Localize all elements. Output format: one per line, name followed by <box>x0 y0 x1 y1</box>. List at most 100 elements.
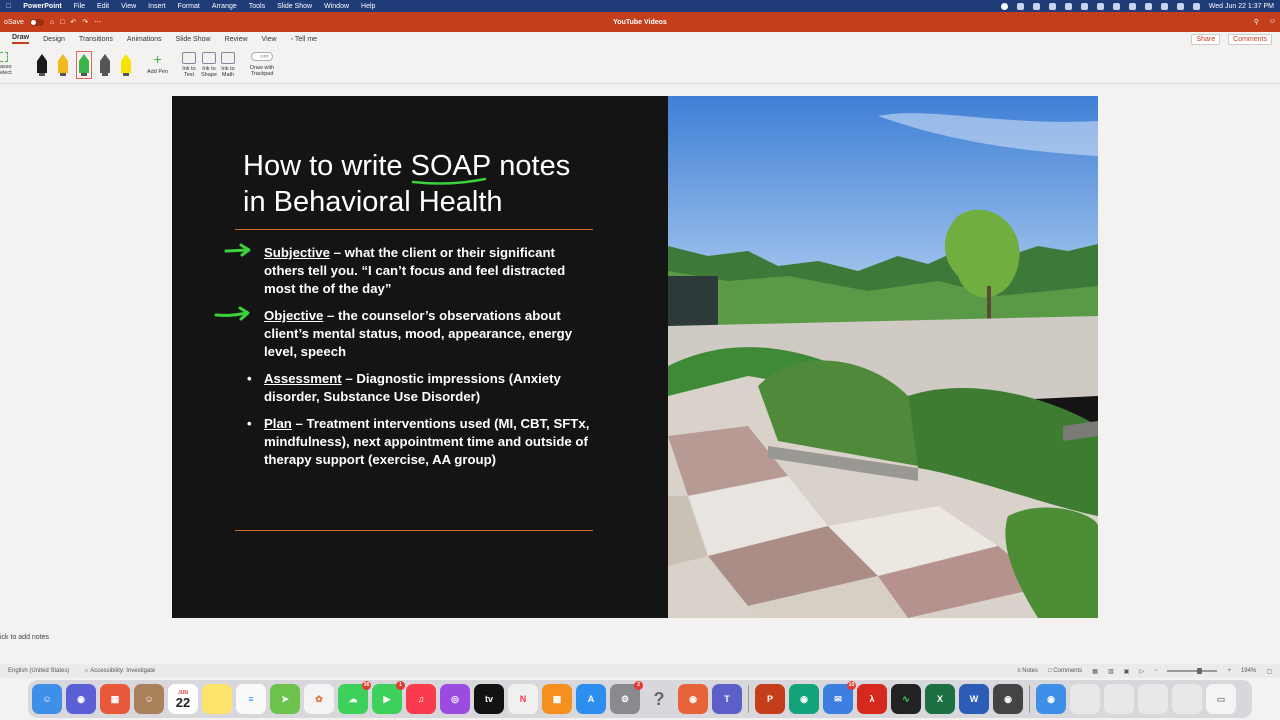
powerpoint-icon[interactable]: P <box>755 684 785 714</box>
tab-transitions[interactable]: Transitions <box>79 36 113 43</box>
tab-animations[interactable]: Animations <box>127 36 162 43</box>
zoom-level[interactable]: 194% <box>1241 668 1256 674</box>
recent-document-icon[interactable] <box>1172 684 1202 714</box>
menu-window[interactable]: Window <box>324 3 349 10</box>
lasso-select-button[interactable]: asso elect <box>0 52 12 76</box>
search-icon[interactable]: ⚲ <box>1254 18 1259 26</box>
system-settings-icon[interactable]: ⚙ 2 <box>610 681 643 714</box>
add-pen-button[interactable]: + Add Pen <box>147 52 168 75</box>
black-pen-tool[interactable] <box>37 54 47 76</box>
status-app-icon[interactable] <box>1048 2 1056 10</box>
siri-icon[interactable]: ◉ <box>66 684 96 714</box>
teams-icon[interactable]: T <box>712 684 742 714</box>
status-app-icon[interactable] <box>1032 2 1040 10</box>
trackpad-toggle[interactable]: OFF <box>251 52 274 61</box>
recent-document-icon[interactable] <box>1104 684 1134 714</box>
photos-icon[interactable]: ✿ <box>304 684 334 714</box>
draw-with-trackpad-button[interactable]: OFF Draw with Trackpad <box>250 52 274 77</box>
undo-icon[interactable]: ↶ <box>70 18 76 26</box>
bluetooth-icon[interactable] <box>1128 2 1136 10</box>
status-app-icon[interactable] <box>1080 2 1088 10</box>
contacts-icon[interactable]: ☺ <box>134 684 164 714</box>
garden-terrace-photo[interactable] <box>668 96 1098 618</box>
menu-edit[interactable]: Edit <box>97 3 109 10</box>
messages-icon[interactable]: ☁ 36 <box>338 681 371 714</box>
zoom-slider[interactable] <box>1167 668 1218 674</box>
bullet-list[interactable]: Subjective – what the client or their si… <box>214 243 594 478</box>
ink-to-math-button[interactable]: Ink to Math <box>221 52 235 78</box>
launchpad-icon[interactable]: ▦ <box>100 684 130 714</box>
notes-app-icon[interactable] <box>202 684 232 714</box>
normal-view-icon[interactable]: ▦ <box>1092 668 1098 675</box>
menu-app-name[interactable]: PowerPoint <box>23 3 62 10</box>
menu-arrange[interactable]: Arrange <box>212 3 237 10</box>
notes-placeholder[interactable]: ick to add notes <box>0 634 49 641</box>
menu-slide-show[interactable]: Slide Show <box>277 3 312 10</box>
menu-file[interactable]: File <box>74 3 85 10</box>
activity-monitor-icon[interactable]: ∿ <box>891 684 921 714</box>
ink-to-text-button[interactable]: Ink to Text <box>182 52 196 78</box>
home-icon[interactable]: ⌂ <box>50 19 54 26</box>
accessibility-status[interactable]: ☼ Accessibility: Investigate <box>83 668 155 674</box>
record-icon[interactable] <box>1000 2 1008 10</box>
reminders-icon[interactable]: ≡ <box>236 684 266 714</box>
notes-toggle-button[interactable]: ≡ Notes <box>1017 668 1038 674</box>
zoom-out-icon[interactable]: − <box>1154 668 1158 674</box>
zoom-in-icon[interactable]: + <box>1227 668 1231 674</box>
slideshow-icon[interactable]: ▷ <box>1139 668 1144 675</box>
notes-pane[interactable]: ick to add notes <box>0 630 1280 648</box>
trash-icon[interactable]: ▭ <box>1206 684 1236 714</box>
redo-icon[interactable]: ↷ <box>82 18 88 26</box>
maps-icon[interactable]: ➤ <box>270 684 300 714</box>
tell-me-search[interactable]: ◦ Tell me <box>291 36 318 43</box>
green-pen-tool-selected[interactable] <box>76 51 92 79</box>
share-icon[interactable]: ☺ <box>1269 18 1276 26</box>
app-store-icon[interactable]: A <box>576 684 606 714</box>
recent-document-icon[interactable] <box>1070 684 1100 714</box>
menu-datetime[interactable]: Wed Jun 22 1:37 PM <box>1209 3 1274 10</box>
tab-slide-show[interactable]: Slide Show <box>176 36 211 43</box>
apple-menu-icon[interactable]:  <box>6 3 11 10</box>
recent-document-icon[interactable] <box>1138 684 1168 714</box>
excel-icon[interactable]: X <box>925 684 955 714</box>
status-app-icon[interactable] <box>1016 2 1024 10</box>
control-center-icon[interactable] <box>1192 2 1200 10</box>
slide-canvas[interactable]: How to write SOAP notes in Behavioral He… <box>172 96 1098 618</box>
slide-sorter-icon[interactable]: ▥ <box>1108 668 1114 675</box>
battery-icon[interactable] <box>1144 2 1152 10</box>
tab-draw[interactable]: Draw <box>12 34 30 44</box>
autosave-toggle[interactable] <box>29 18 44 26</box>
help-icon[interactable]: ? <box>644 684 674 714</box>
screen-capture-icon[interactable]: ◉ <box>993 684 1023 714</box>
tab-design[interactable]: Design <box>43 36 65 43</box>
comments-button[interactable]: Comments <box>1228 33 1272 45</box>
menu-insert[interactable]: Insert <box>148 3 166 10</box>
podcasts-icon[interactable]: ◎ <box>440 684 470 714</box>
finder-icon[interactable]: ☺ <box>32 684 62 714</box>
status-app-icon[interactable] <box>1096 2 1104 10</box>
status-app-icon[interactable] <box>1064 2 1072 10</box>
highlighter-tool[interactable] <box>121 54 131 76</box>
menu-view[interactable]: View <box>121 3 136 10</box>
ink-to-shape-button[interactable]: Ink to Shape <box>201 52 217 78</box>
mail-icon[interactable]: ✉ 10 <box>823 681 856 714</box>
menu-help[interactable]: Help <box>361 3 375 10</box>
yellow-pen-tool[interactable] <box>58 54 68 76</box>
share-button[interactable]: Share <box>1191 33 1221 45</box>
search-icon[interactable] <box>1176 2 1184 10</box>
tab-view[interactable]: View <box>262 36 277 43</box>
comments-toggle-button[interactable]: □ Comments <box>1048 668 1082 674</box>
apple-tv-icon[interactable]: tv <box>474 684 504 714</box>
acrobat-icon[interactable]: λ <box>857 684 887 714</box>
status-app-icon[interactable] <box>1112 2 1120 10</box>
tab-review[interactable]: Review <box>225 36 248 43</box>
browser-icon[interactable]: ◉ <box>789 684 819 714</box>
menu-format[interactable]: Format <box>178 3 200 10</box>
menu-tools[interactable]: Tools <box>249 3 265 10</box>
facetime-icon[interactable]: ▶ 1 <box>372 681 405 714</box>
save-icon[interactable]: □ <box>60 19 64 26</box>
word-icon[interactable]: W <box>959 684 989 714</box>
music-icon[interactable]: ♫ <box>406 684 436 714</box>
calendar-icon[interactable]: JUN 22 <box>168 684 198 714</box>
news-icon[interactable]: N <box>508 684 538 714</box>
